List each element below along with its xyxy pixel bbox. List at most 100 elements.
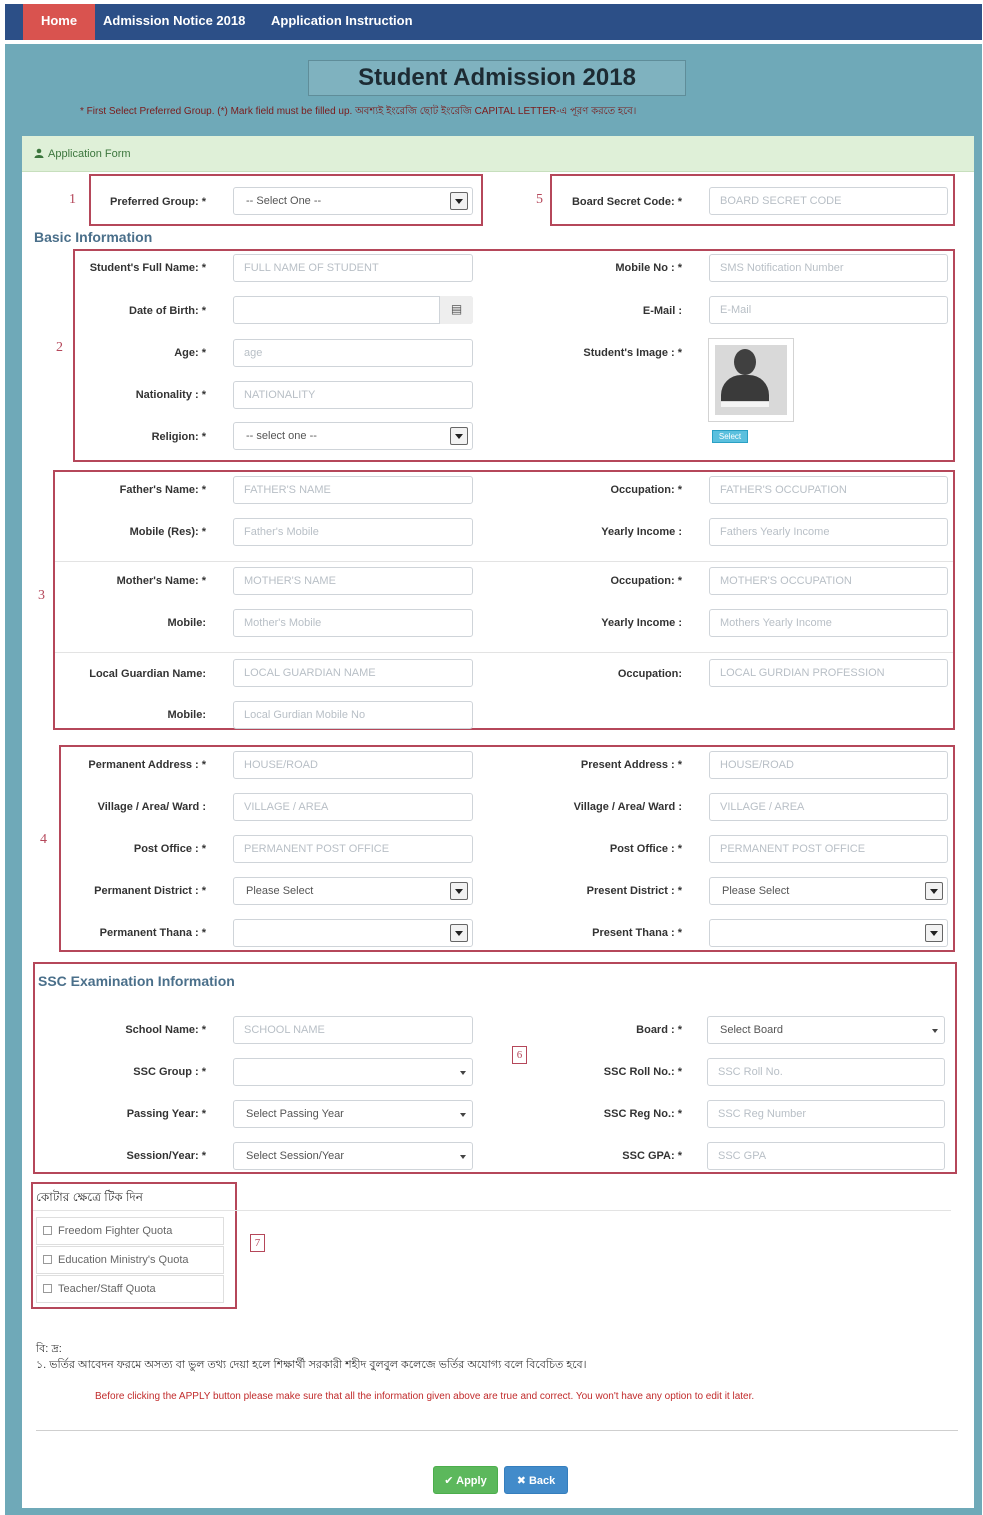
father-mobile-label: Mobile (Res): * (129, 526, 206, 538)
age-input[interactable] (233, 339, 473, 367)
present-address-input[interactable] (709, 751, 948, 779)
student-name-input[interactable] (233, 254, 473, 282)
select-image-button[interactable]: Select (712, 430, 748, 443)
permanent-village-input[interactable] (233, 793, 473, 821)
mobile-label: Mobile No : * (615, 262, 682, 274)
passing-year-select[interactable]: Select Passing Year (233, 1100, 473, 1128)
checkbox[interactable] (43, 1255, 52, 1264)
mother-mobile-input[interactable] (233, 609, 473, 637)
permanent-district-value: Please Select (246, 885, 314, 897)
chevron-down-icon (925, 882, 943, 900)
back-button[interactable]: ✖ Back (504, 1466, 568, 1494)
student-photo (708, 338, 794, 422)
quota-freedom-fighter[interactable]: Freedom Fighter Quota (36, 1217, 224, 1245)
guardian-mobile-input[interactable] (233, 701, 473, 729)
permanent-address-input[interactable] (233, 751, 473, 779)
quota-label: Education Ministry's Quota (58, 1254, 189, 1266)
mother-income-input[interactable] (709, 609, 948, 637)
preferred-group-select[interactable]: -- Select One -- (233, 187, 473, 215)
school-name-input[interactable] (233, 1016, 473, 1044)
caret-down-icon (932, 1029, 938, 1033)
marker-3: 3 (38, 588, 45, 603)
ssc-reg-input[interactable] (707, 1100, 945, 1128)
ssc-roll-label: SSC Roll No.: * (603, 1066, 682, 1078)
present-address-label: Present Address : * (580, 759, 682, 771)
panel-heading: Application Form (22, 136, 974, 172)
mother-occupation-input[interactable] (709, 567, 948, 595)
session-select[interactable]: Select Session/Year (233, 1142, 473, 1170)
father-mobile-input[interactable] (233, 518, 473, 546)
student-image-label: Student's Image : * (583, 347, 682, 359)
ssc-reg-label: SSC Reg No.: * (603, 1108, 682, 1120)
passing-year-value: Select Passing Year (246, 1108, 344, 1120)
religion-label: Religion: * (151, 431, 206, 443)
divider (33, 1210, 951, 1211)
nav-home[interactable]: Home (23, 4, 95, 40)
calendar-icon[interactable]: ▤ (439, 296, 473, 324)
permanent-district-select[interactable]: Please Select (233, 877, 473, 905)
box-3 (53, 470, 955, 730)
quota-title: কোটার ক্ষেত্রে টিক দিন (36, 1190, 143, 1204)
apply-warning: Before clicking the APPLY button please … (95, 1391, 755, 1402)
email-input[interactable] (709, 296, 948, 324)
guardian-name-label: Local Guardian Name: (89, 668, 206, 680)
nav-admission-notice[interactable]: Admission Notice 2018 (103, 4, 245, 40)
permanent-post-office-label: Post Office : * (133, 843, 206, 855)
chevron-down-icon (450, 192, 468, 210)
present-thana-select[interactable] (709, 919, 948, 947)
avatar-caption (721, 402, 769, 407)
chevron-down-icon (450, 427, 468, 445)
chevron-down-icon (925, 924, 943, 942)
apply-button[interactable]: ✔ Apply (433, 1466, 498, 1494)
board-secret-code-label: Board Secret Code: * (571, 196, 682, 208)
present-village-label: Village / Area/ Ward : (573, 801, 682, 813)
nationality-input[interactable] (233, 381, 473, 409)
mobile-input[interactable] (709, 254, 948, 282)
caret-down-icon (460, 1155, 466, 1159)
ssc-gpa-label: SSC GPA: * (622, 1150, 682, 1162)
father-income-label: Yearly Income : (601, 526, 682, 538)
quota-label: Teacher/Staff Quota (58, 1283, 156, 1295)
session-value: Select Session/Year (246, 1150, 345, 1162)
ssc-group-select[interactable] (233, 1058, 473, 1086)
divider (36, 1430, 958, 1431)
preferred-group-label: Preferred Group: * (110, 196, 206, 208)
present-district-select[interactable]: Please Select (709, 877, 948, 905)
ssc-group-label: SSC Group : * (133, 1066, 206, 1078)
mother-name-label: Mother's Name: * (116, 575, 206, 587)
religion-value: -- select one -- (246, 430, 317, 442)
present-district-value: Please Select (722, 885, 790, 897)
permanent-thana-label: Permanent Thana : * (99, 927, 206, 939)
father-name-input[interactable] (233, 476, 473, 504)
mother-name-input[interactable] (233, 567, 473, 595)
marker-7: 7 (250, 1234, 265, 1252)
quota-label: Freedom Fighter Quota (58, 1225, 173, 1237)
guardian-name-input[interactable] (233, 659, 473, 687)
board-secret-code-input[interactable] (709, 187, 948, 215)
guardian-occupation-input[interactable] (709, 659, 948, 687)
religion-select[interactable]: -- select one -- (233, 422, 473, 450)
basic-info-title: Basic Information (34, 229, 153, 245)
ssc-roll-input[interactable] (707, 1058, 945, 1086)
page-title: Student Admission 2018 (308, 60, 686, 96)
caret-down-icon (460, 1113, 466, 1117)
board-select[interactable]: Select Board (707, 1016, 945, 1044)
present-post-office-input[interactable] (709, 835, 948, 863)
passing-year-label: Passing Year: * (126, 1108, 206, 1120)
permanent-post-office-input[interactable] (233, 835, 473, 863)
permanent-thana-select[interactable] (233, 919, 473, 947)
father-occupation-input[interactable] (709, 476, 948, 504)
quota-education-ministry[interactable]: Education Ministry's Quota (36, 1246, 224, 1274)
board-label: Board : * (636, 1024, 682, 1036)
avatar-head-icon (734, 349, 756, 375)
mother-occupation-label: Occupation: * (610, 575, 682, 587)
nationality-label: Nationality : * (135, 389, 206, 401)
checkbox[interactable] (43, 1284, 52, 1293)
father-income-input[interactable] (709, 518, 948, 546)
ssc-gpa-input[interactable] (707, 1142, 945, 1170)
nav-application-instruction[interactable]: Application Instruction (271, 4, 413, 40)
checkbox[interactable] (43, 1226, 52, 1235)
present-village-input[interactable] (709, 793, 948, 821)
dob-input[interactable]: ▤ (233, 296, 473, 324)
quota-teacher-staff[interactable]: Teacher/Staff Quota (36, 1275, 224, 1303)
